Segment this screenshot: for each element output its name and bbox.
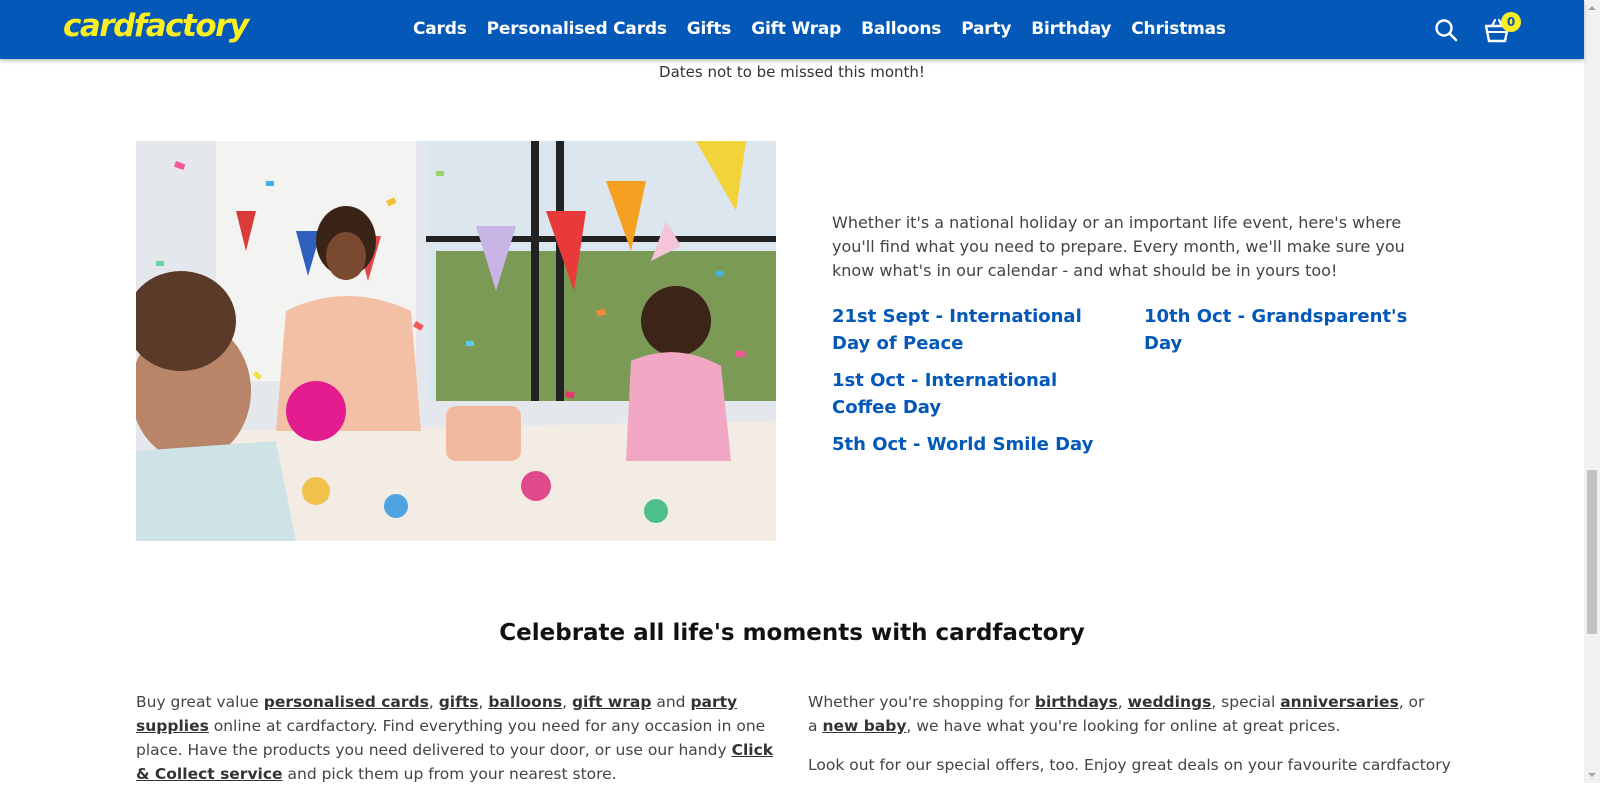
nav-item-gift-wrap[interactable]: Gift Wrap	[751, 19, 841, 39]
celebrate-right-paragraph: Whether you're shopping for birthdays, w…	[808, 690, 1433, 738]
celebrate-section-title: Celebrate all life's moments with cardfa…	[499, 620, 1085, 646]
site-header: cardfactory Cards Personalised Cards Gif…	[0, 0, 1584, 59]
date-link-coffee-day[interactable]: 1st Oct - International Coffee Day	[832, 367, 1122, 421]
nav-item-birthday[interactable]: Birthday	[1031, 19, 1111, 39]
date-link-day-of-peace[interactable]: 21st Sept - International Day of Peace	[832, 303, 1122, 357]
cardfactory-logo[interactable]: cardfactory	[63, 8, 249, 44]
link-new-baby[interactable]: new baby	[822, 717, 906, 735]
link-anniversaries[interactable]: anniversaries	[1280, 693, 1398, 711]
nav-item-christmas[interactable]: Christmas	[1131, 19, 1226, 39]
link-balloons[interactable]: balloons	[488, 693, 562, 711]
text-span: Buy great value	[136, 693, 264, 711]
nav-item-cards[interactable]: Cards	[413, 19, 467, 39]
search-icon[interactable]	[1434, 18, 1458, 42]
nav-item-balloons[interactable]: Balloons	[861, 19, 941, 39]
nav-item-personalised-cards[interactable]: Personalised Cards	[487, 19, 667, 39]
text-span: ,	[1117, 693, 1128, 711]
link-birthdays[interactable]: birthdays	[1035, 693, 1118, 711]
text-span: ,	[428, 693, 439, 711]
party-hero-image	[136, 141, 776, 541]
calendar-description: Whether it's a national holiday or an im…	[832, 213, 1405, 280]
main-nav: Cards Personalised Cards Gifts Gift Wrap…	[413, 19, 1246, 39]
link-gifts[interactable]: gifts	[439, 693, 479, 711]
scrollbar-thumb[interactable]	[1587, 470, 1597, 634]
text-span: and	[651, 693, 691, 711]
text-span: online at cardfactory. Find everything y…	[136, 717, 766, 759]
text-span: , special	[1211, 693, 1281, 711]
link-personalised-cards[interactable]: personalised cards	[264, 693, 429, 711]
scroll-down-arrow-icon[interactable]	[1584, 767, 1600, 783]
link-gift-wrap[interactable]: gift wrap	[572, 693, 651, 711]
celebrate-right-paragraph-2: Look out for our special offers, too. En…	[808, 756, 1451, 774]
text-span: , we have what you're looking for online…	[906, 717, 1341, 735]
nav-item-gifts[interactable]: Gifts	[687, 19, 732, 39]
scroll-up-arrow-icon[interactable]	[1584, 0, 1600, 16]
nav-item-party[interactable]: Party	[961, 19, 1011, 39]
basket-count-badge: 0	[1501, 12, 1521, 32]
link-weddings[interactable]: weddings	[1128, 693, 1212, 711]
scrollbar-track[interactable]	[1584, 0, 1600, 783]
text-span: Whether you're shopping for	[808, 693, 1035, 711]
dates-intro-text: Dates not to be missed this month!	[659, 63, 925, 81]
date-link-grandparents-day[interactable]: 10th Oct - Grandsparent's Day	[1144, 303, 1444, 357]
celebrate-left-paragraph: Buy great value personalised cards, gift…	[136, 690, 776, 786]
text-span: and pick them up from your nearest store…	[282, 765, 617, 783]
text-span: ,	[562, 693, 572, 711]
date-link-smile-day[interactable]: 5th Oct - World Smile Day	[832, 431, 1122, 458]
text-span: ,	[478, 693, 489, 711]
